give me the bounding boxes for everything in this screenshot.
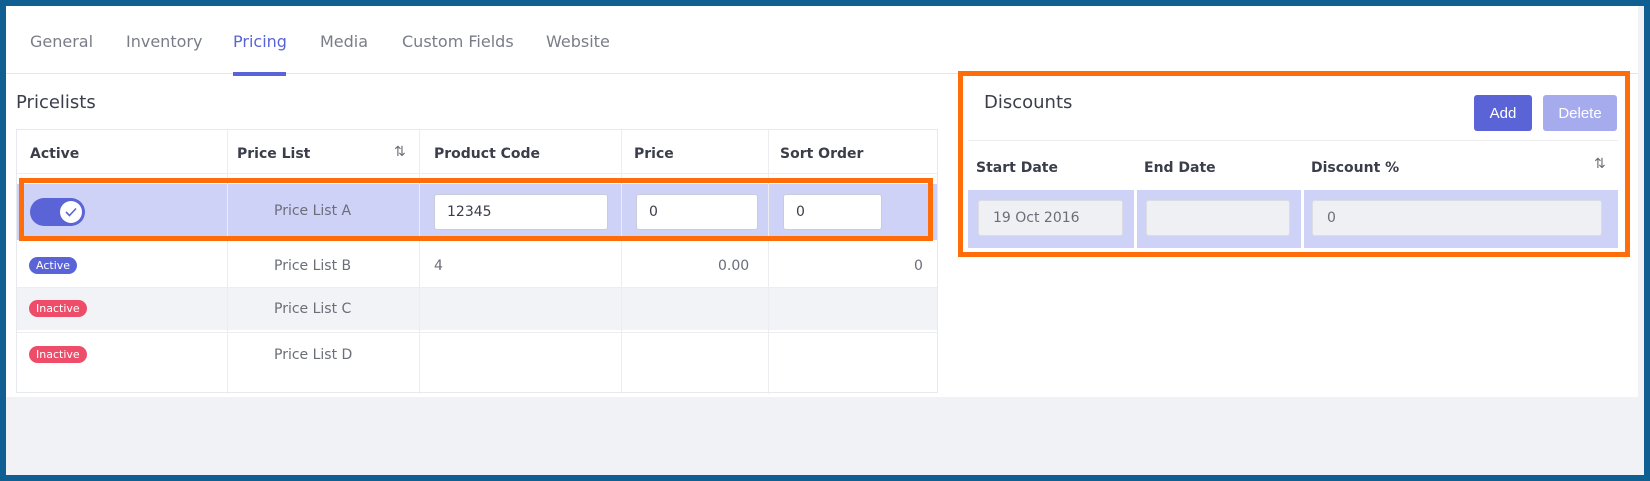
column-header-discount[interactable]: Discount % bbox=[1311, 160, 1399, 176]
product-code-value: 4 bbox=[434, 258, 443, 274]
pricelists-title: Pricelists bbox=[16, 92, 96, 113]
tab-custom-fields[interactable]: Custom Fields bbox=[402, 32, 514, 51]
main-panel: General Inventory Pricing Media Custom F… bbox=[6, 6, 1638, 397]
pricelists-table: Active Price List ⇅ Product Code Price S… bbox=[16, 129, 938, 394]
discount-field[interactable]: 0 bbox=[1312, 200, 1602, 236]
column-header-price[interactable]: Price bbox=[634, 146, 674, 162]
table-header: Active Price List ⇅ Product Code Price S… bbox=[17, 130, 937, 174]
tab-website[interactable]: Website bbox=[546, 32, 610, 51]
divider bbox=[968, 140, 1618, 141]
table-row[interactable]: Inactive Price List D bbox=[17, 332, 937, 376]
sort-order-value: 0 bbox=[914, 258, 923, 274]
tab-bar: General Inventory Pricing Media Custom F… bbox=[6, 6, 1638, 76]
status-badge: Active bbox=[29, 257, 78, 274]
column-header-product-code[interactable]: Product Code bbox=[434, 146, 540, 162]
column-header-end-date[interactable]: End Date bbox=[1144, 160, 1216, 176]
column-header-start-date[interactable]: Start Date bbox=[976, 160, 1058, 176]
sort-arrows-icon[interactable]: ⇅ bbox=[394, 144, 406, 160]
column-divider bbox=[1301, 190, 1304, 248]
tab-general[interactable]: General bbox=[30, 32, 93, 51]
sort-arrows-icon[interactable]: ⇅ bbox=[1594, 156, 1606, 172]
table-row[interactable]: Price List A bbox=[17, 184, 937, 240]
price-list-name: Price List B bbox=[274, 258, 352, 274]
tab-media[interactable]: Media bbox=[320, 32, 368, 51]
tab-inventory[interactable]: Inventory bbox=[126, 32, 202, 51]
add-discount-button[interactable]: Add bbox=[1474, 95, 1532, 131]
status-badge: Inactive bbox=[29, 346, 87, 363]
column-divider bbox=[768, 130, 769, 394]
table-row[interactable]: Inactive Price List C bbox=[17, 288, 937, 330]
check-icon bbox=[60, 201, 82, 223]
column-divider bbox=[419, 130, 420, 394]
column-header-sort-order[interactable]: Sort Order bbox=[780, 146, 863, 162]
status-badge: Inactive bbox=[29, 300, 87, 317]
price-list-name: Price List A bbox=[274, 203, 352, 219]
delete-discount-button[interactable]: Delete bbox=[1543, 95, 1617, 131]
column-divider bbox=[1134, 190, 1137, 248]
column-divider bbox=[621, 130, 622, 394]
column-divider bbox=[227, 130, 228, 394]
end-date-field[interactable] bbox=[1146, 200, 1290, 236]
table-row[interactable]: Active Price List B 4 0.00 0 bbox=[17, 244, 937, 288]
price-list-name: Price List C bbox=[274, 301, 352, 317]
start-date-field[interactable]: 19 Oct 2016 bbox=[978, 200, 1123, 236]
tab-pricing[interactable]: Pricing bbox=[233, 32, 287, 51]
sort-order-input[interactable] bbox=[783, 194, 882, 230]
active-tab-indicator bbox=[233, 72, 286, 76]
discounts-title: Discounts bbox=[984, 92, 1073, 113]
column-header-active[interactable]: Active bbox=[30, 146, 79, 162]
active-toggle[interactable] bbox=[30, 198, 85, 226]
table-row[interactable]: 19 Oct 2016 0 bbox=[968, 190, 1618, 248]
column-header-price-list[interactable]: Price List bbox=[237, 146, 310, 162]
price-value: 0.00 bbox=[718, 258, 750, 274]
product-code-input[interactable] bbox=[434, 194, 608, 230]
price-list-name: Price List D bbox=[274, 347, 353, 363]
discounts-table: Start Date End Date Discount % ⇅ 19 Oct … bbox=[968, 140, 1618, 252]
price-input[interactable] bbox=[636, 194, 758, 230]
